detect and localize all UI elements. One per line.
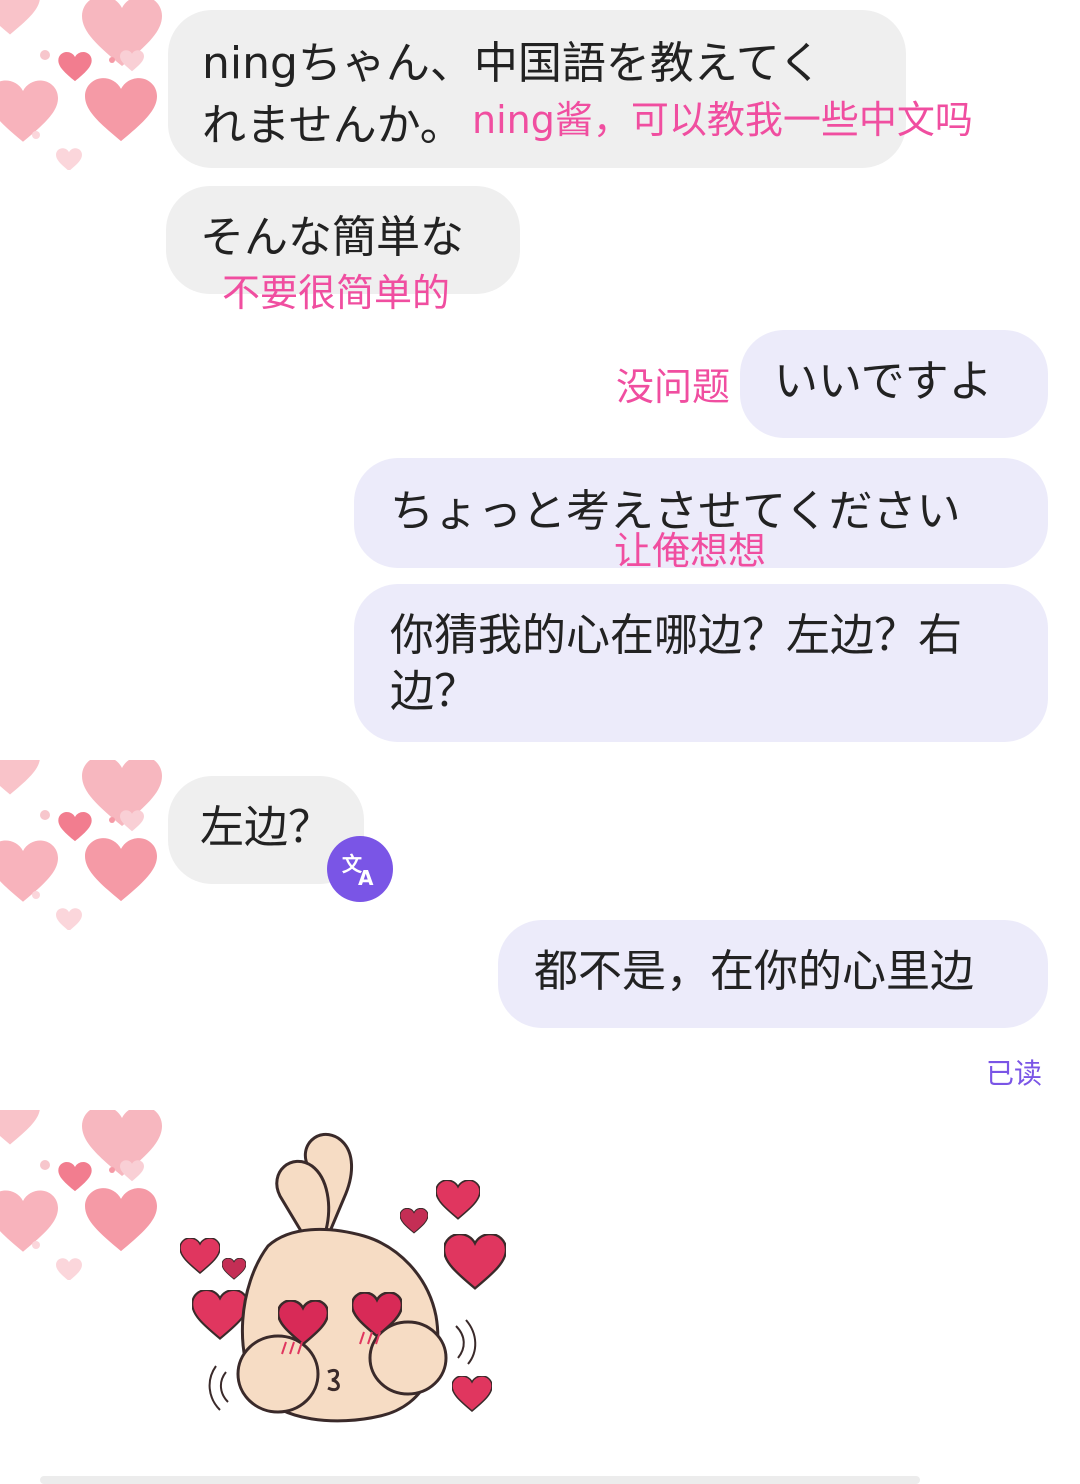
- message-bubble-incoming[interactable]: ningちゃん、中国語を教えてく れませんか。: [168, 10, 906, 168]
- message-bubble-outgoing[interactable]: いいですよ: [740, 330, 1048, 438]
- annotation-text: 让俺想想: [614, 529, 767, 573]
- hearts-avatar-icon[interactable]: [0, 1110, 170, 1280]
- hearts-avatar-icon[interactable]: [0, 760, 170, 930]
- message-text: いいですよ: [774, 356, 993, 407]
- message-bubble-outgoing[interactable]: 都不是，在你的心里边: [498, 920, 1048, 1028]
- svg-text:A: A: [358, 866, 374, 889]
- annotation-text: ning酱，可以教我一些中文吗: [472, 98, 973, 142]
- message-text: そんな簡単な: [200, 212, 464, 263]
- annotation-text: 没问题: [616, 365, 731, 409]
- message-text: 边？: [390, 666, 478, 717]
- message-bubble-outgoing[interactable]: 你猜我的心在哪边？左边？右 边？: [354, 584, 1048, 742]
- finger-heart-sticker-icon[interactable]: [168, 1126, 518, 1436]
- message-text: ningちゃん、中国語を教えてく: [202, 38, 823, 89]
- message-text: れませんか。: [202, 100, 464, 151]
- input-bar-edge: [40, 1476, 920, 1484]
- annotation-text: 不要很简单的: [222, 271, 451, 315]
- translate-icon[interactable]: 文 A: [327, 836, 393, 902]
- message-text: 左边？: [200, 802, 332, 853]
- message-text: 都不是，在你的心里边: [534, 946, 974, 997]
- read-receipt: 已读: [986, 1057, 1043, 1090]
- message-text: 你猜我的心在哪边？左边？右: [390, 610, 962, 661]
- hearts-avatar-icon[interactable]: [0, 0, 170, 170]
